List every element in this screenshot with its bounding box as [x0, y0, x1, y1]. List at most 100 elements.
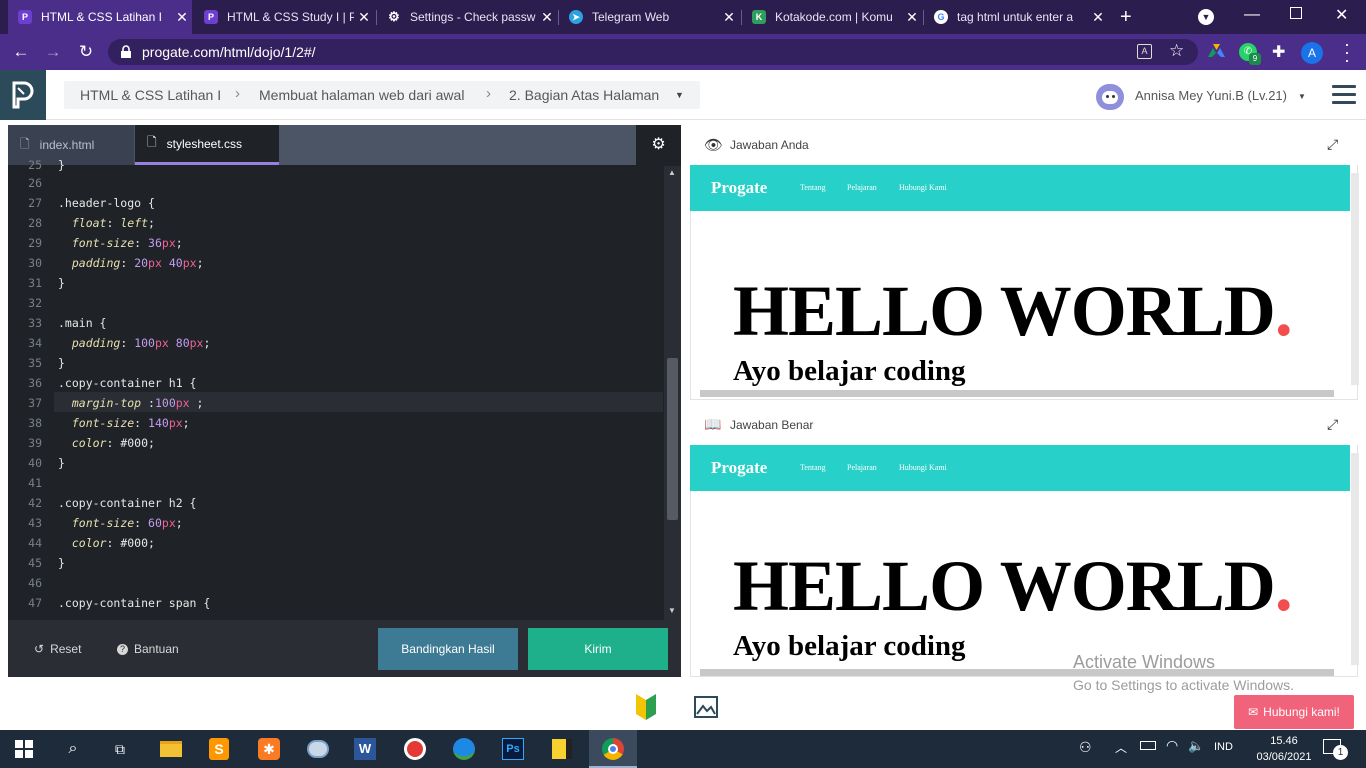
translate-icon[interactable]: A — [1137, 44, 1152, 59]
compare-button[interactable]: Bandingkan Hasil — [378, 628, 518, 670]
search-icon[interactable]: ⌕ — [60, 736, 86, 762]
browser-tab[interactable]: P HTML & CSS Latihan I ✕ — [8, 0, 192, 34]
reset-button[interactable]: ↺ Reset — [34, 642, 81, 656]
chrome-taskbar-button[interactable] — [589, 730, 637, 768]
help-button[interactable]: ? Bantuan — [117, 642, 179, 656]
clock[interactable]: 15.46 03/06/2021 — [1254, 733, 1314, 765]
edge-icon[interactable] — [451, 736, 477, 762]
correct-preview-header: Jawaban Benar — [690, 405, 1358, 445]
caret-down-icon[interactable]: ▼ — [675, 90, 684, 100]
file-icon: 🗋 — [20, 136, 30, 151]
activate-windows-title: Activate Windows — [1073, 652, 1216, 672]
paint-icon[interactable] — [305, 736, 331, 762]
people-icon[interactable]: ⚇ — [1079, 739, 1092, 756]
expand-icon[interactable]: ⤢ — [1327, 416, 1338, 433]
kotakode-icon: K — [752, 10, 766, 24]
close-tab-icon[interactable]: ✕ — [537, 9, 557, 26]
preview-hscrollbar[interactable] — [700, 390, 1334, 397]
forward-icon[interactable]: → — [42, 41, 64, 63]
browser-tab[interactable]: ⚙ Settings - Check passw ✕ — [377, 0, 557, 34]
restore-icon[interactable] — [1290, 7, 1302, 19]
scroll-up-icon[interactable]: ▲ — [668, 168, 676, 177]
contact-button[interactable]: ✉ Hubungi kami! — [1234, 695, 1354, 729]
progate-icon: P — [18, 10, 32, 24]
back-icon[interactable]: ← — [10, 41, 32, 63]
preview-subtitle: Ayo belajar coding — [733, 630, 966, 662]
book-icon: 📖 — [704, 416, 722, 432]
xampp-icon[interactable]: ✱ — [256, 736, 282, 762]
profile-avatar[interactable]: A — [1301, 42, 1323, 64]
image-icon[interactable] — [692, 694, 720, 720]
telegram-icon: ➤ — [569, 10, 583, 24]
reset-icon: ↺ — [34, 642, 45, 656]
hamburger-menu-icon[interactable] — [1332, 85, 1356, 107]
photoshop-icon[interactable]: Ps — [500, 736, 526, 762]
tab-stylesheet-css[interactable]: 🗋 stylesheet.css — [135, 125, 279, 165]
breadcrumb-item[interactable]: Membuat halaman web dari awal — [259, 87, 464, 103]
chevron-right-icon: › — [486, 85, 491, 102]
beginner-badge-icon[interactable] — [636, 694, 656, 720]
battery-icon[interactable] — [1140, 741, 1156, 750]
preview-brand: Progate — [711, 458, 768, 477]
breadcrumb-item[interactable]: 2. Bagian Atas Halaman — [509, 87, 659, 103]
close-tab-icon[interactable]: ✕ — [719, 9, 739, 26]
activate-windows-subtitle: Go to Settings to activate Windows. — [1073, 677, 1294, 693]
expand-icon[interactable]: ⤢ — [1327, 136, 1338, 153]
close-tab-icon[interactable]: ✕ — [172, 9, 192, 26]
breadcrumb-item[interactable]: HTML & CSS Latihan I — [80, 87, 221, 103]
editor-scroll-thumb[interactable] — [667, 358, 678, 520]
extensions-icon[interactable]: ✚ — [1272, 42, 1285, 62]
show-hidden-icons[interactable]: ︿ — [1115, 739, 1127, 756]
preview-brand: Progate — [711, 178, 768, 197]
lock-icon — [121, 45, 131, 58]
submit-button[interactable]: Kirim — [528, 628, 668, 670]
screen-recorder-icon[interactable] — [402, 736, 428, 762]
sublime-text-icon[interactable]: S — [206, 736, 232, 762]
caret-down-icon[interactable]: ▼ — [1298, 92, 1306, 101]
preview-nav-link: Hubungi Kami — [899, 463, 947, 472]
drive-icon[interactable] — [1208, 44, 1225, 59]
browser-tab-bar: P HTML & CSS Latihan I ✕ P HTML & CSS St… — [0, 0, 1366, 34]
preview-vscrollbar[interactable] — [1351, 453, 1359, 665]
preview-headline: HELLO WORLD. — [733, 546, 1293, 626]
browser-tab[interactable]: P HTML & CSS Study I | P ✕ — [194, 0, 374, 34]
progate-icon: P — [204, 10, 218, 24]
mail-icon: ✉ — [1248, 705, 1259, 719]
browser-tab[interactable]: ➤ Telegram Web ✕ — [559, 0, 739, 34]
progate-logo[interactable] — [0, 70, 46, 120]
input-language[interactable]: IND — [1214, 741, 1233, 753]
sticky-notes-icon[interactable] — [549, 736, 575, 762]
close-tab-icon[interactable]: ✕ — [354, 9, 374, 26]
close-tab-icon[interactable]: ✕ — [902, 9, 922, 26]
windows-taskbar — [0, 730, 1366, 768]
editor-settings-gear-icon[interactable]: ⚙ — [636, 125, 681, 165]
minimize-icon[interactable]: — — [1244, 6, 1260, 24]
browser-tab[interactable]: G tag html untuk enter a ✕ — [924, 0, 1108, 34]
preview-hscrollbar[interactable] — [700, 669, 1334, 676]
close-tab-icon[interactable]: ✕ — [1088, 9, 1108, 26]
user-avatar[interactable] — [1096, 84, 1124, 110]
user-name[interactable]: Annisa Mey Yuni.B (Lv.21) — [1135, 88, 1287, 103]
answer-preview-header: Jawaban Anda — [690, 125, 1358, 165]
task-view-icon[interactable]: ⧉ — [107, 736, 133, 762]
word-icon[interactable]: W — [352, 736, 378, 762]
preview-nav-link: Hubungi Kami — [899, 183, 947, 192]
close-window-icon[interactable]: ✕ — [1335, 5, 1348, 25]
windows-start-icon[interactable] — [15, 740, 33, 758]
preview-nav-link: Tentang — [800, 183, 826, 192]
new-tab-icon[interactable]: + — [1120, 6, 1132, 29]
volume-icon[interactable]: 🔈 — [1188, 738, 1204, 754]
tab-search-icon[interactable]: ▼ — [1198, 9, 1214, 25]
eye-icon: 👁 — [704, 137, 724, 154]
scroll-down-icon[interactable]: ▼ — [668, 606, 676, 615]
menu-dots-icon[interactable]: · · · — [1344, 35, 1350, 69]
wifi-icon[interactable]: ◠ — [1166, 737, 1178, 754]
file-explorer-icon[interactable] — [158, 736, 184, 762]
preview-vscrollbar[interactable] — [1351, 173, 1359, 385]
gear-icon: ⚙ — [388, 9, 400, 24]
reload-icon[interactable]: ↻ — [75, 41, 97, 63]
browser-tab[interactable]: K Kotakode.com | Komu ✕ — [742, 0, 922, 34]
bookmark-star-icon[interactable]: ☆ — [1169, 41, 1184, 61]
url-text[interactable]: progate.com/html/dojo/1/2#/ — [142, 44, 316, 60]
preview-nav-link: Pelajaran — [847, 463, 877, 472]
